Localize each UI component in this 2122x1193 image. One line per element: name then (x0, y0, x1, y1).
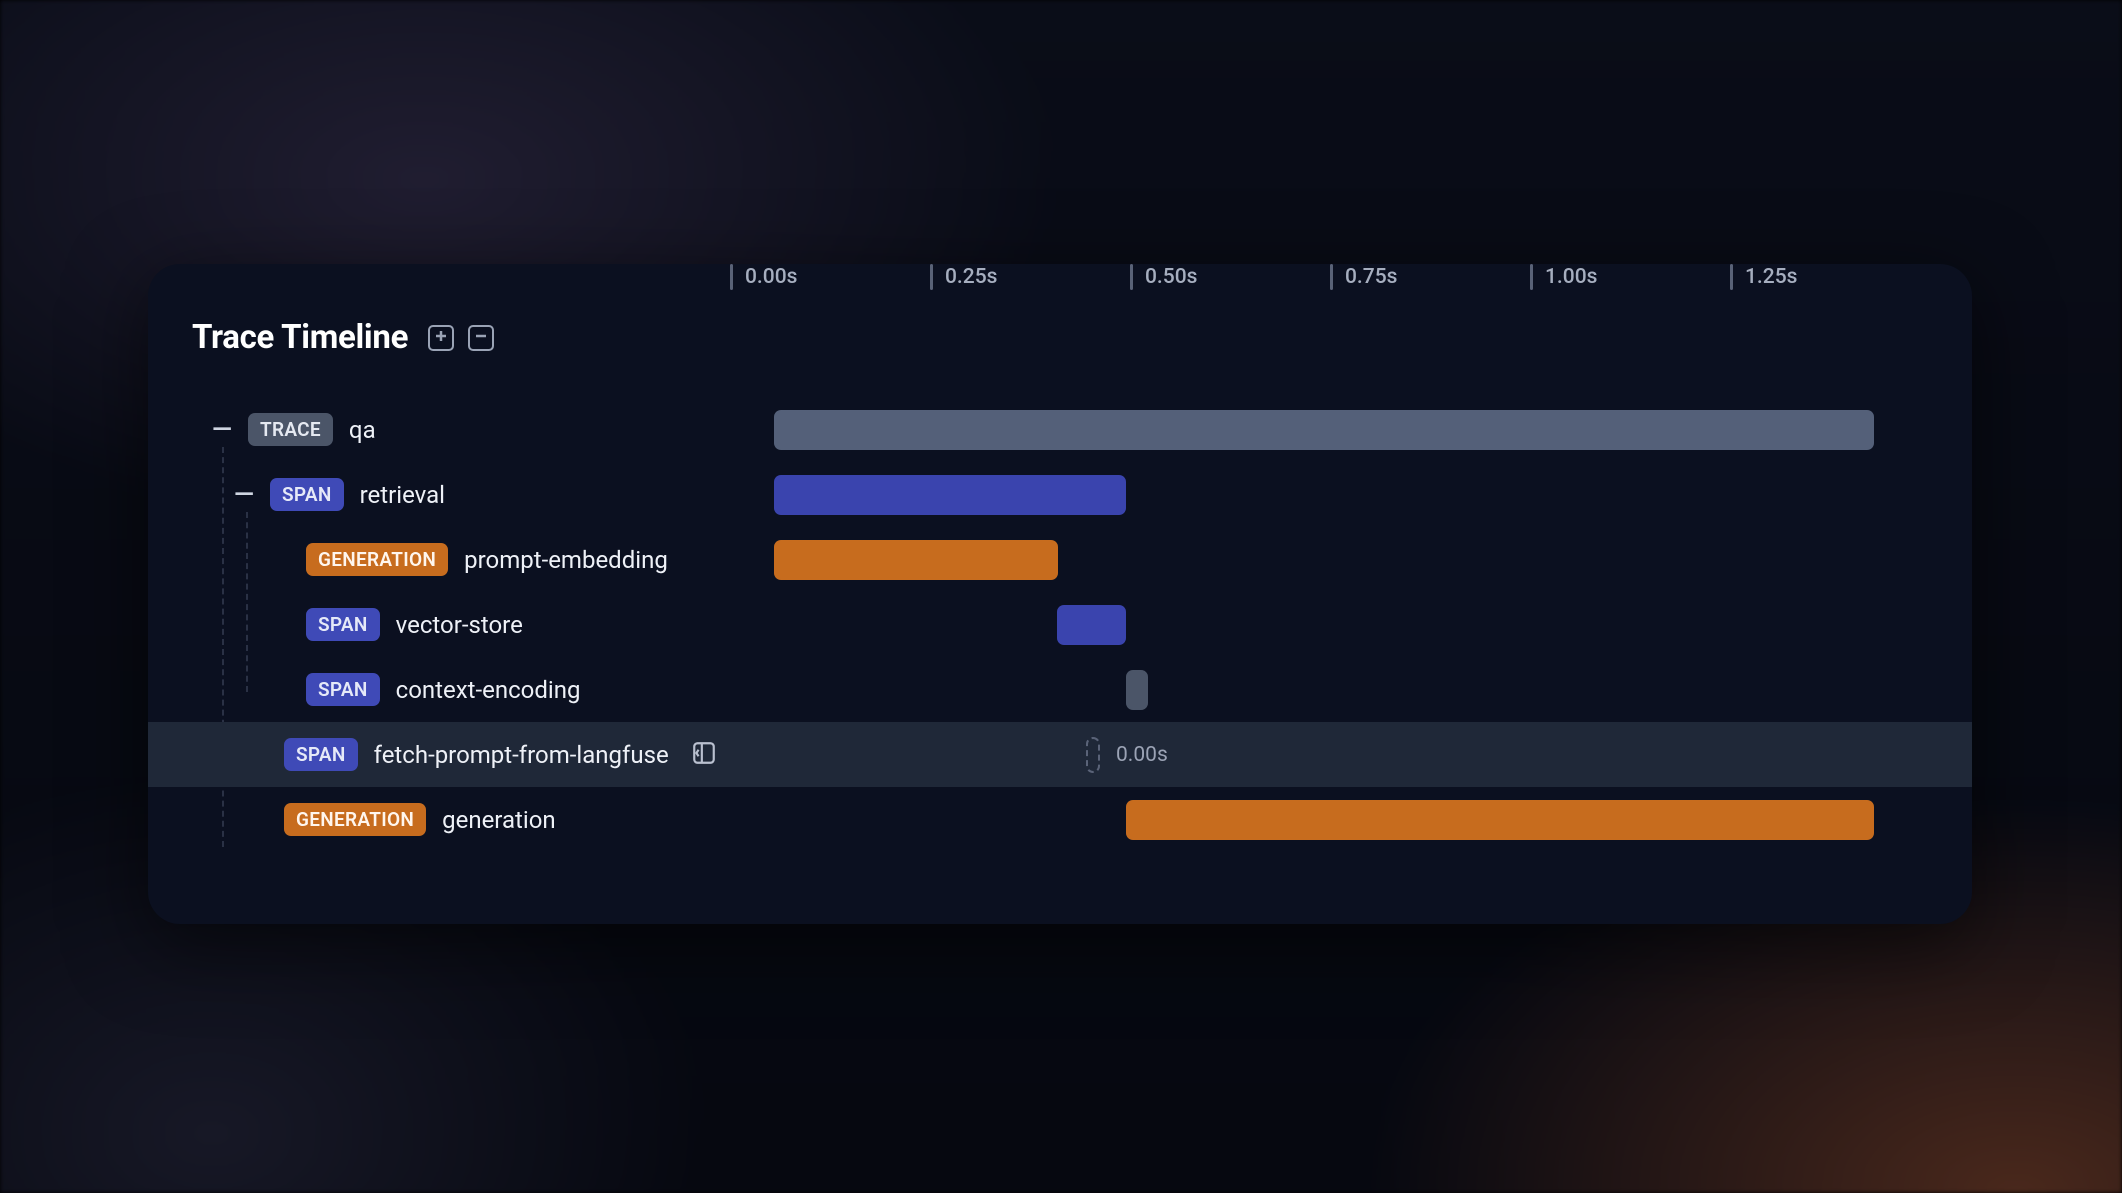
trace-row-fetch-prompt-from-langfuse[interactable]: SPAN fetch-prompt-from-langfuse 0.00s (148, 722, 1972, 787)
timeline-rows: — TRACE qa — SPAN retrieval GENERATION p… (192, 397, 1928, 852)
timeline-bar[interactable] (1126, 670, 1148, 710)
axis-tick: 1.25s (1730, 264, 1930, 290)
node-name: generation (442, 806, 556, 834)
panel-title: Trace Timeline (192, 318, 408, 357)
timeline-bar[interactable] (774, 410, 1874, 450)
node-name: retrieval (360, 481, 445, 509)
trace-row-context-encoding[interactable]: SPAN context-encoding (192, 657, 1928, 722)
time-axis: 0.00s 0.25s 0.50s 0.75s 1.00s 1.25s (730, 264, 1930, 290)
axis-tick: 0.00s (730, 264, 930, 290)
minus-square-icon (474, 328, 488, 347)
node-name: context-encoding (396, 676, 581, 704)
panel-left-open-icon (691, 740, 717, 770)
node-name: prompt-embedding (464, 546, 668, 574)
open-detail-button[interactable] (691, 740, 717, 770)
kind-badge: SPAN (270, 478, 344, 511)
timeline-bar[interactable] (1057, 605, 1126, 645)
kind-badge: GENERATION (306, 543, 448, 576)
axis-tick: 1.00s (1530, 264, 1730, 290)
panel-header: Trace Timeline 0.00s 0.25s 0.50s 0.75s 1… (192, 318, 1928, 357)
trace-timeline-panel: Trace Timeline 0.00s 0.25s 0.50s 0.75s 1… (148, 264, 1972, 924)
kind-badge: SPAN (306, 608, 380, 641)
duration-label: 0.00s (1116, 743, 1168, 767)
axis-tick: 0.75s (1330, 264, 1530, 290)
trace-row-generation[interactable]: GENERATION generation (192, 787, 1928, 852)
collapse-toggle[interactable]: — (232, 480, 256, 510)
timeline-bar-zero[interactable] (1086, 737, 1100, 773)
plus-square-icon (434, 328, 448, 347)
trace-row-vector-store[interactable]: SPAN vector-store (192, 592, 1928, 657)
node-name: vector-store (396, 611, 523, 639)
collapse-toggle[interactable]: — (210, 415, 234, 445)
kind-badge: SPAN (284, 738, 358, 771)
kind-badge: GENERATION (284, 803, 426, 836)
trace-row-prompt-embedding[interactable]: GENERATION prompt-embedding (192, 527, 1928, 592)
trace-row-retrieval[interactable]: — SPAN retrieval (192, 462, 1928, 527)
kind-badge: TRACE (248, 413, 333, 446)
axis-tick: 0.25s (930, 264, 1130, 290)
node-name: qa (349, 416, 376, 444)
node-name: fetch-prompt-from-langfuse (374, 741, 669, 769)
trace-row-qa[interactable]: — TRACE qa (192, 397, 1928, 462)
collapse-all-button[interactable] (468, 325, 494, 351)
timeline-bar[interactable] (774, 475, 1126, 515)
axis-tick: 0.50s (1130, 264, 1330, 290)
timeline-bar[interactable] (774, 540, 1058, 580)
expand-all-button[interactable] (428, 325, 454, 351)
kind-badge: SPAN (306, 673, 380, 706)
timeline-bar[interactable] (1126, 800, 1874, 840)
